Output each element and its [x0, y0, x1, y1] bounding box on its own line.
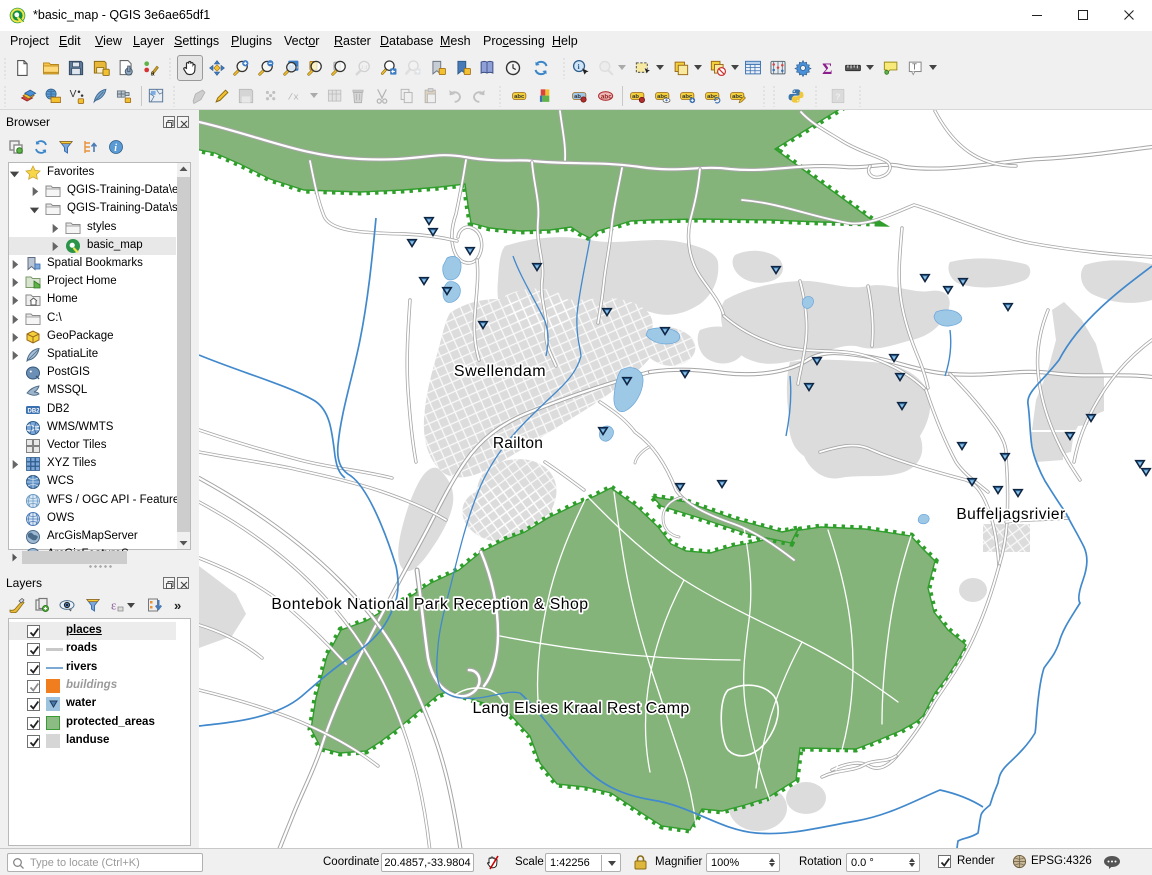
svg-text:Bontebok National Park Recepti: Bontebok National Park Reception & Shop [271, 596, 588, 613]
svg-text:Railton: Railton [493, 435, 543, 452]
svg-text:/x: /x [288, 92, 300, 103]
svg-text:i: i [114, 143, 117, 154]
svg-text:?: ? [835, 92, 840, 102]
svg-text:abc: abc [707, 94, 718, 100]
svg-text:Σ: Σ [822, 61, 832, 77]
svg-text:1:1: 1:1 [361, 64, 368, 69]
svg-text:T: T [912, 63, 917, 72]
svg-text:ab: ab [574, 94, 581, 100]
svg-text:DB2: DB2 [28, 409, 41, 415]
svg-text:Buffeljagsrivier: Buffeljagsrivier [956, 506, 1065, 523]
svg-text:Lang Elsies Kraal Rest Camp: Lang Elsies Kraal Rest Camp [472, 700, 689, 717]
svg-text:Swellendam: Swellendam [454, 363, 546, 380]
svg-text:abc: abc [601, 93, 612, 100]
svg-text:abc: abc [514, 94, 525, 100]
svg-text:ε: ε [111, 598, 117, 613]
svg-text:ab: ab [632, 94, 639, 100]
